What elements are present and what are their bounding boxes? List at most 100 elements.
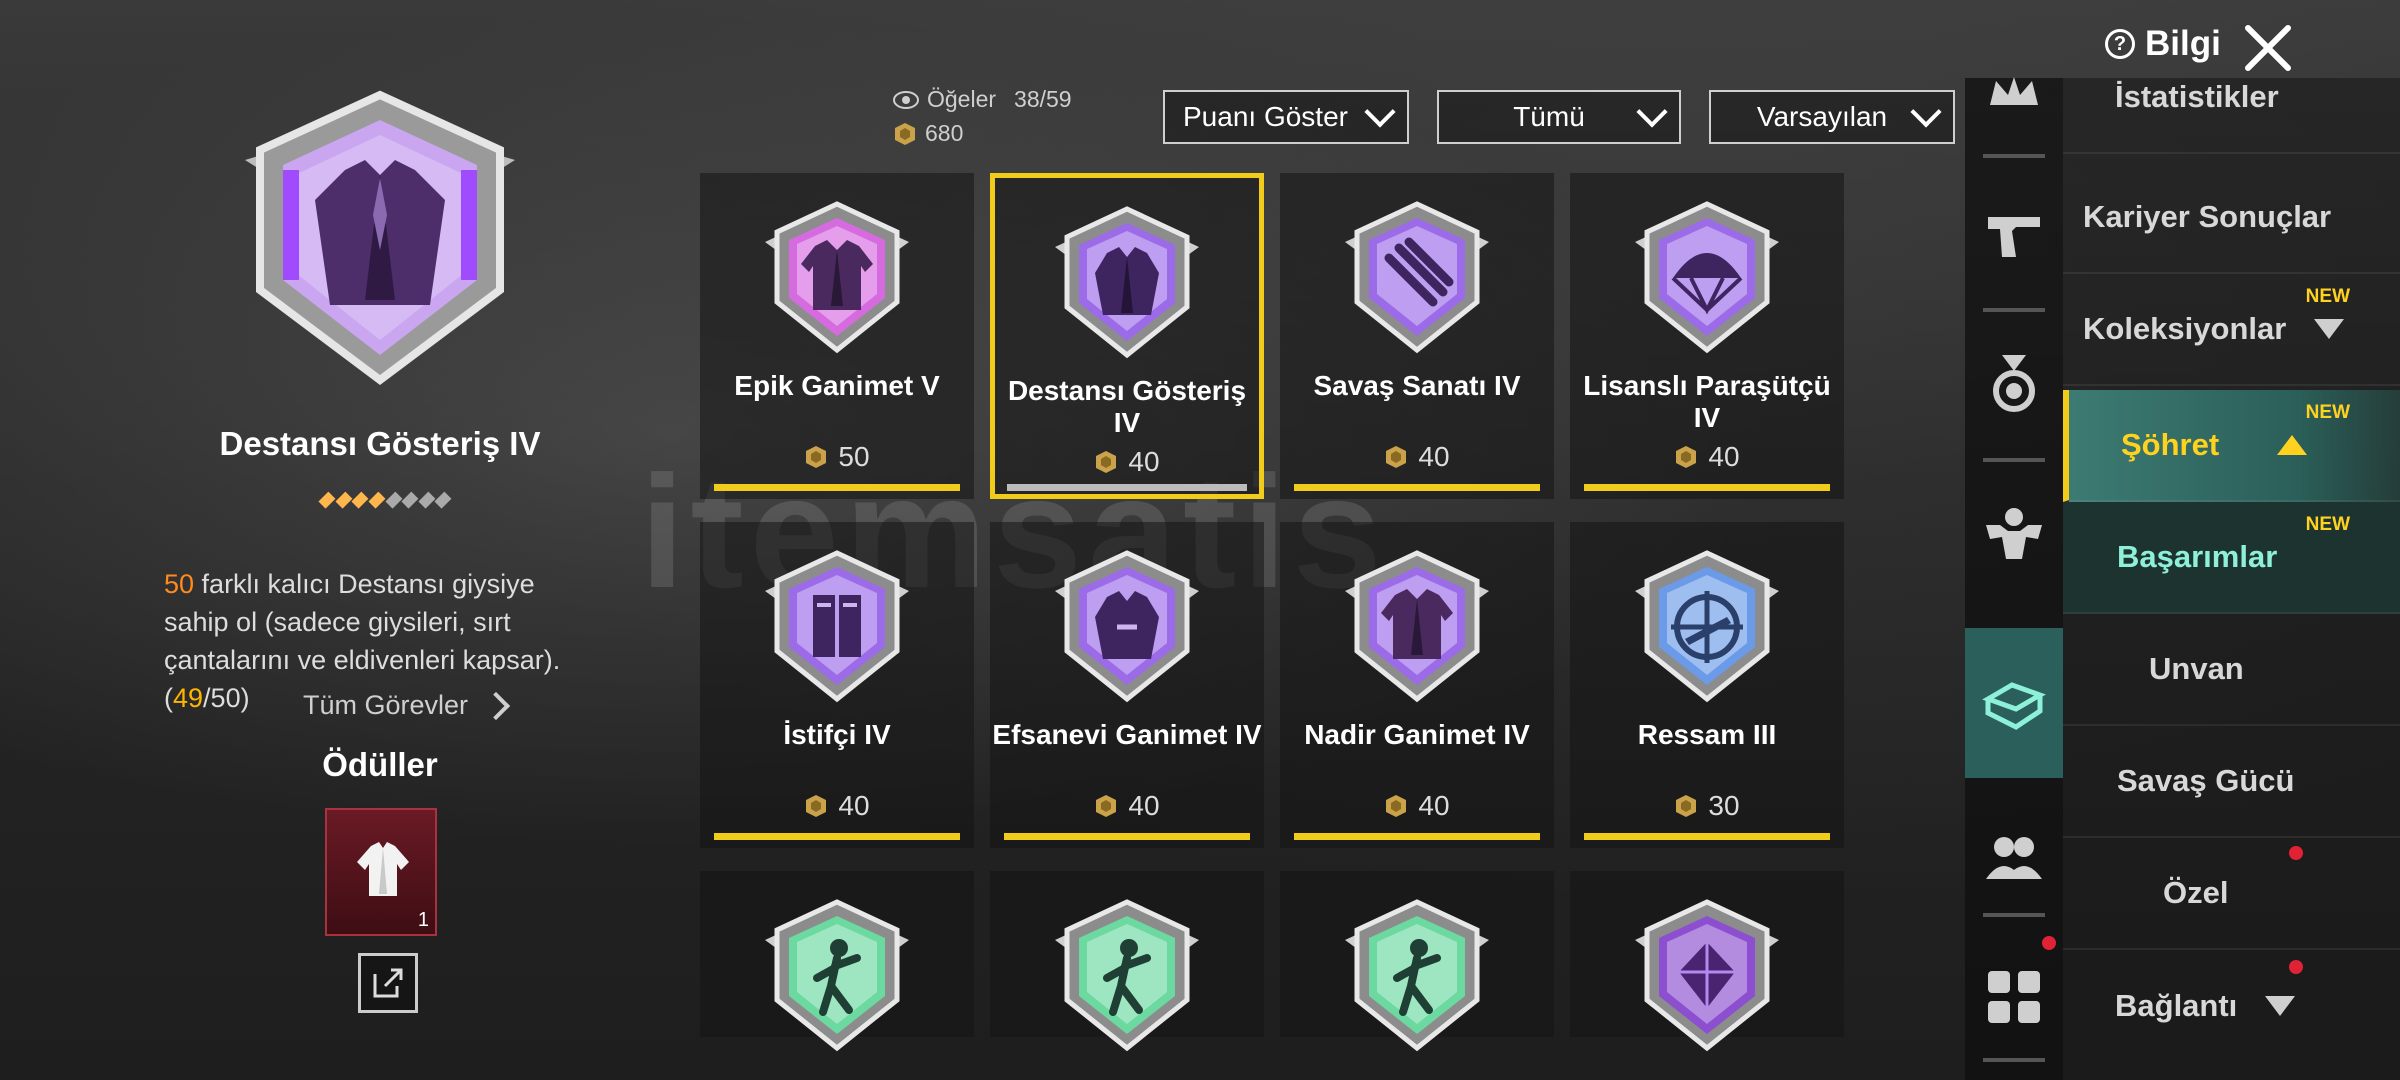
menu-label: Özel: [2163, 875, 2229, 910]
coin-icon: [806, 446, 827, 468]
menu-item-fame[interactable]: Şöhret NEW: [2063, 390, 2400, 502]
achievement-points: 40: [1280, 790, 1554, 822]
progress-bar: [714, 484, 960, 491]
coin-icon: [1386, 795, 1407, 817]
achievement-badge: [765, 550, 909, 703]
pistol-icon: [1988, 217, 2040, 257]
notification-dot: [2289, 960, 2303, 974]
achievement-points: 40: [995, 446, 1259, 478]
achievement-badge: [765, 201, 909, 354]
achievement-card[interactable]: [700, 871, 974, 1052]
side-menu: İstatistikler Kariyer Sonuçlar Koleksiyo…: [2063, 78, 2400, 1080]
menu-item-combat-power[interactable]: Savaş Gücü: [2063, 726, 2400, 838]
achievement-card[interactable]: Destansı Gösteriş IV 40: [990, 173, 1264, 499]
coin-icon: [1676, 446, 1697, 468]
menu-label: Başarımlar: [2117, 539, 2278, 574]
achievement-card[interactable]: Epik Ganimet V 50: [700, 173, 974, 499]
coin-icon: [1386, 446, 1407, 468]
achievement-badge: [1345, 550, 1489, 703]
achievement-badge: [1345, 201, 1489, 354]
share-button[interactable]: [358, 953, 418, 1013]
new-tag: NEW: [2305, 514, 2350, 535]
chevron-right-icon: [481, 691, 511, 720]
achievement-card[interactable]: [1280, 871, 1554, 1052]
chevron-down-icon: [1910, 96, 1942, 128]
chevron-down-icon: [1364, 96, 1396, 128]
rail-friends[interactable]: [1965, 798, 2063, 916]
menu-item-collections[interactable]: Koleksiyonlar NEW: [2063, 274, 2400, 386]
selected-achievement-badge: [245, 90, 515, 385]
coin-icon: [895, 122, 915, 145]
achievement-name: Lisanslı Paraşütçü IV: [1583, 370, 1831, 433]
menu-item-connection[interactable]: Bağlantı: [2063, 950, 2400, 1062]
achievement-name: İstifçi IV: [783, 719, 891, 750]
achievement-card[interactable]: [1570, 871, 1844, 1052]
achievement-badge: [1635, 201, 1779, 354]
menu-label: Şöhret: [2121, 427, 2220, 462]
medal-icon: [1993, 355, 2035, 412]
chevron-down-icon: [1636, 96, 1668, 128]
points-value: 40: [1128, 446, 1160, 477]
achievement-points: 40: [700, 790, 974, 822]
rail-collection[interactable]: [1965, 628, 2063, 778]
jacket-icon: [357, 842, 409, 896]
triangle-down-icon: [2314, 319, 2345, 339]
achievement-card[interactable]: Nadir Ganimet IV 40: [1280, 522, 1554, 848]
sort-dropdown[interactable]: Varsayılan: [1709, 90, 1955, 144]
rail-strength[interactable]: [1965, 476, 2063, 594]
achievement-card[interactable]: Lisanslı Paraşütçü IV 40: [1570, 173, 1844, 499]
reward-item[interactable]: 1: [325, 808, 437, 936]
menu-label: Koleksiyonlar: [2083, 311, 2287, 346]
notification-dot: [2289, 846, 2303, 860]
achievement-card[interactable]: Ressam III 30: [1570, 522, 1844, 848]
rank-dot: [434, 491, 452, 509]
rail-medal[interactable]: [1965, 324, 2063, 442]
achievement-name: Savaş Sanatı IV: [1313, 370, 1521, 401]
progress-current: 49: [173, 683, 204, 713]
achievement-name: Destansı Gösteriş IV: [1007, 375, 1247, 438]
achievement-name: Efsanevi Ganimet IV: [992, 719, 1262, 750]
items-count: Öğeler 38/59: [893, 86, 1072, 113]
achievement-card[interactable]: Savaş Sanatı IV 40: [1280, 173, 1554, 499]
category-icon-rail: [1965, 77, 2063, 1080]
achievement-card[interactable]: İstifçi IV 40: [700, 522, 974, 848]
progress-bar: [1584, 833, 1830, 840]
menu-label: Kariyer Sonuçlar: [2083, 199, 2332, 234]
achievement-card[interactable]: [990, 871, 1264, 1052]
achievement-badge: [1055, 899, 1199, 1052]
crown-icon: [1990, 77, 2038, 105]
menu-item-achievements[interactable]: Başarımlar NEW: [2063, 502, 2400, 614]
points-value: 50: [838, 441, 870, 472]
coin-icon: [806, 795, 827, 817]
menu-item-statistics[interactable]: İstatistikler: [2063, 42, 2400, 154]
filter-all-dropdown[interactable]: Tümü: [1437, 90, 1681, 144]
all-tasks-link[interactable]: Tüm Görevler: [303, 690, 511, 721]
desc-count: 50: [164, 569, 195, 599]
achievement-card[interactable]: Efsanevi Ganimet IV 40: [990, 522, 1264, 848]
show-points-dropdown[interactable]: Puanı Göster: [1163, 90, 1409, 144]
progress-bar: [1294, 484, 1540, 491]
points-value: 680: [925, 120, 964, 146]
progress-bar: [1007, 484, 1247, 491]
coin-icon: [1676, 795, 1697, 817]
rank-dot: [368, 491, 386, 509]
points-value: 40: [1418, 441, 1450, 472]
rail-more[interactable]: [1965, 938, 2063, 1056]
all-tasks-label: Tüm Görevler: [303, 690, 469, 720]
achievement-badge: [1635, 550, 1779, 703]
menu-item-special[interactable]: Özel: [2063, 838, 2400, 950]
progress-rest: /50): [203, 683, 250, 713]
rail-crown[interactable]: [1965, 38, 2063, 156]
achievement-name: Ressam III: [1637, 719, 1777, 750]
points-total: 680: [893, 120, 963, 147]
grid-icon: [1988, 971, 2040, 1023]
reward-quantity: 1: [417, 909, 429, 931]
rank-dots: [318, 491, 452, 513]
menu-item-career[interactable]: Kariyer Sonuçlar: [2063, 162, 2400, 274]
progress-bar: [1584, 484, 1830, 491]
progress-bar: [1004, 833, 1250, 840]
rail-weapon[interactable]: [1965, 174, 2063, 292]
menu-item-title[interactable]: Unvan: [2063, 614, 2400, 726]
achievement-badge: [1055, 550, 1199, 703]
menu-label: İstatistikler: [2115, 79, 2279, 114]
